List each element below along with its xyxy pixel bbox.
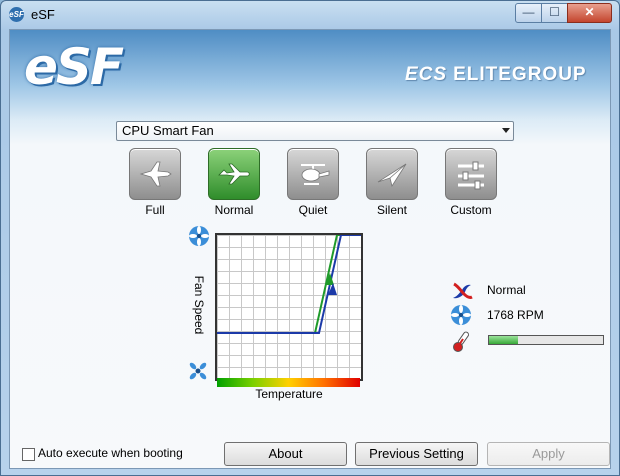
mode-normal-label: Normal [214, 203, 254, 217]
temperature-progress-bar [488, 335, 604, 345]
curve-blue-line [217, 235, 361, 334]
mode-custom-button[interactable]: Custom [444, 148, 498, 217]
ecs-mark: ECS [405, 64, 448, 85]
thermometer-icon [453, 331, 469, 352]
ecs-elitegroup-logo: ECS ELITEGROUP [405, 64, 587, 86]
title-bar[interactable]: eSF eSF — ☐ ✕ [1, 1, 619, 29]
curve-green-line [217, 235, 361, 334]
graph-x-label: Temperature [255, 387, 323, 401]
close-button[interactable]: ✕ [567, 3, 612, 23]
fan-rpm-icon [451, 305, 471, 325]
mode-quiet-button[interactable]: Quiet [286, 148, 340, 217]
auto-execute-checkbox[interactable] [22, 448, 35, 461]
apply-button[interactable]: Apply [487, 442, 610, 466]
client-area: eSF ECS ELITEGROUP CPU Smart Fan Full Nor… [9, 29, 611, 469]
maximize-button[interactable]: ☐ [541, 3, 568, 23]
minimize-button[interactable]: — [515, 3, 542, 23]
temperature-progress-fill [489, 336, 518, 344]
temperature-gradient-bar [217, 378, 360, 387]
status-mode-text: Normal [487, 283, 526, 297]
fighter-jet-icon [129, 148, 181, 200]
mode-full-label: Full [145, 203, 165, 217]
fan-profile-select[interactable]: CPU Smart Fan [116, 121, 514, 141]
fan-min-icon [189, 362, 207, 380]
mode-silent-label: Silent [376, 203, 408, 217]
esf-logo: eSF [24, 38, 124, 96]
mode-full-button[interactable]: Full [128, 148, 182, 217]
about-button[interactable]: About [224, 442, 347, 466]
mode-silent-button[interactable]: Silent [365, 148, 419, 217]
fan-curve-graph[interactable] [215, 233, 363, 381]
window-title: eSF [31, 7, 55, 22]
mode-custom-label: Custom [450, 203, 492, 217]
brand-name: ELITEGROUP [453, 64, 587, 85]
auto-execute-label[interactable]: Auto execute when booting [38, 446, 183, 460]
app-window: eSF eSF — ☐ ✕ eSF ECS ELITEGROUP CPU Smar… [0, 0, 620, 476]
fan-max-icon [189, 226, 209, 246]
fan-rpm-value: 1768 RPM [487, 308, 544, 322]
airliner-icon [208, 148, 260, 200]
fan-profile-value: CPU Smart Fan [122, 123, 214, 138]
chevron-down-icon [502, 128, 510, 133]
previous-setting-button[interactable]: Previous Setting [355, 442, 478, 466]
mode-normal-button[interactable]: Normal [207, 148, 261, 217]
fan-mode-status-icon [453, 282, 473, 299]
esf-app-icon: eSF [9, 7, 24, 22]
graph-y-label: Fan Speed [192, 275, 206, 335]
mode-quiet-label: Quiet [298, 203, 328, 217]
paper-plane-icon [366, 148, 418, 200]
sliders-icon [445, 148, 497, 200]
helicopter-icon [287, 148, 339, 200]
